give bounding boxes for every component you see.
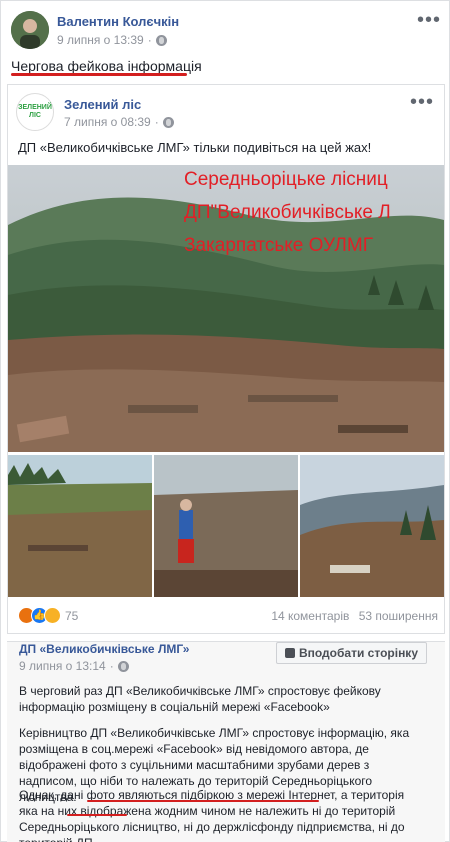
post-date[interactable]: 9 липня о 13:39 <box>57 33 144 47</box>
shared-author-name[interactable]: Зелений ліс <box>64 97 141 112</box>
post-stats: 14 коментарів 53 поширення <box>265 609 438 623</box>
page-logo-text: ЗЕЛЕНИЙ ЛІС <box>18 104 52 119</box>
comments-count[interactable]: 14 коментарів <box>271 609 349 623</box>
red-underline-annotation <box>67 814 127 816</box>
thumbnail-photo-2[interactable] <box>154 455 298 597</box>
globe-icon <box>162 116 174 128</box>
page-post-paragraph-1: В черговий раз ДП «Великобичківське ЛМГ»… <box>19 684 381 714</box>
globe-icon <box>117 660 129 672</box>
thumbnail-photo-3[interactable] <box>300 455 444 597</box>
svg-text:Закарпатське ОУЛМГ: Закарпатське ОУЛМГ <box>184 235 373 256</box>
post-author-name[interactable]: Валентин Колєчкін <box>57 14 179 29</box>
red-underline-annotation <box>11 73 187 76</box>
shared-meta: 7 липня о 08:39 · <box>64 115 174 129</box>
reactions-summary[interactable]: 👍 75 <box>18 607 78 624</box>
page-logo[interactable]: ЗЕЛЕНИЙ ЛІС <box>16 93 54 131</box>
like-page-button[interactable]: Вподобати сторінку <box>275 642 427 664</box>
post-header: Валентин Колєчкін 9 липня о 13:39 · ••• <box>11 10 441 51</box>
shares-count[interactable]: 53 поширення <box>359 609 438 623</box>
photo-thumbnails <box>8 455 444 597</box>
more-options-icon[interactable]: ••• <box>410 92 434 112</box>
reaction-count: 75 <box>65 608 79 623</box>
shared-post-header: ЗЕЛЕНИЙ ЛІС Зелений ліс 7 липня о 08:39 … <box>16 92 436 133</box>
globe-icon <box>155 34 167 46</box>
author-avatar[interactable] <box>11 11 49 49</box>
page-post-meta: 9 липня о 13:14 · <box>19 659 129 673</box>
thumbnail-photo-1[interactable] <box>8 455 152 597</box>
page-post-date[interactable]: 9 липня о 13:14 <box>19 659 106 673</box>
svg-text:Середньоріцьке лісниц: Середньоріцьке лісниц <box>184 169 388 190</box>
page-post-author[interactable]: ДП «Великобичківське ЛМГ» <box>19 642 189 656</box>
post-meta: 9 липня о 13:39 · <box>57 33 167 47</box>
shared-post: ЗЕЛЕНИЙ ЛІС Зелений ліс 7 липня о 08:39 … <box>7 84 445 634</box>
facebook-post-card: Валентин Колєчкін 9 липня о 13:39 · ••• … <box>0 0 450 842</box>
page-post-screenshot: ДП «Великобичківське ЛМГ» 9 липня о 13:1… <box>7 642 445 842</box>
shared-date[interactable]: 7 липня о 08:39 <box>64 115 151 129</box>
sad-reaction-icon <box>44 607 61 624</box>
post-text: Чергова фейкова інформація <box>11 58 202 74</box>
thumbs-up-icon <box>284 648 295 658</box>
svg-text:ДП"Великобичківське Л: ДП"Великобичківське Л <box>184 202 391 223</box>
main-photo[interactable]: Середньоріцьке лісниц ДП"Великобичківськ… <box>8 165 444 452</box>
shared-text: ДП «Великобичківське ЛМГ» тільки подивіт… <box>18 140 372 155</box>
more-options-icon[interactable]: ••• <box>417 10 441 30</box>
red-underline-annotation <box>87 800 319 802</box>
like-page-label: Вподобати сторінку <box>298 646 418 660</box>
